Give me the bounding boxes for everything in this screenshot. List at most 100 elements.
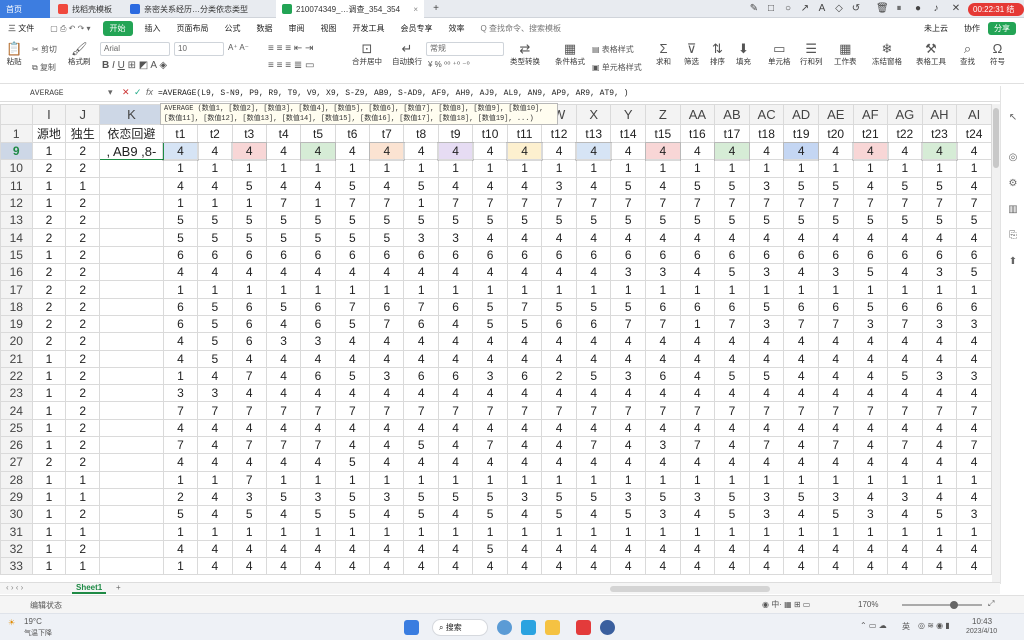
cell[interactable]: 4 [610, 384, 647, 403]
header-cell[interactable]: 独生 [65, 124, 101, 143]
menu-efficiency[interactable]: 效率 [441, 23, 473, 34]
cell[interactable]: 1 [65, 470, 101, 489]
cell[interactable]: 4 [575, 557, 612, 576]
copy-button[interactable]: ⧉ 复制 [32, 62, 56, 73]
row-header[interactable]: 14 [0, 228, 33, 247]
cell[interactable]: 5 [300, 211, 336, 230]
cell[interactable]: 5 [197, 211, 233, 230]
cell[interactable]: 7 [369, 401, 405, 420]
cell[interactable]: 4 [334, 263, 371, 282]
find-button[interactable]: ⌕ 查找 [960, 42, 975, 67]
cell[interactable]: 4 [610, 539, 647, 559]
cell[interactable]: 4 [472, 384, 508, 403]
column-header[interactable]: AH [921, 104, 958, 125]
cell[interactable]: 5 [197, 349, 233, 368]
cell[interactable]: 6 [645, 366, 681, 386]
cell[interactable]: 1 [575, 470, 612, 489]
header-cell[interactable]: t7 [369, 124, 405, 143]
cell[interactable]: 4 [472, 141, 508, 161]
cell[interactable]: 1 [265, 280, 302, 299]
cell[interactable]: 4 [956, 141, 992, 161]
cell[interactable]: 5 [334, 453, 371, 472]
cell[interactable]: 5 [575, 211, 612, 230]
cell[interactable]: 1 [887, 522, 923, 541]
cell[interactable]: 7 [714, 401, 750, 420]
cell[interactable]: 4 [575, 332, 612, 351]
cell[interactable]: 7 [265, 193, 302, 213]
cell[interactable]: 4 [645, 332, 681, 351]
cell[interactable]: 4 [541, 418, 577, 438]
cell[interactable]: 5 [748, 366, 785, 386]
header-cell[interactable]: t13 [575, 124, 612, 143]
cell[interactable]: 5 [231, 176, 267, 195]
paste-button[interactable]: 📋 粘贴 [6, 42, 22, 67]
cell[interactable]: 6 [300, 314, 336, 334]
cell[interactable]: 4 [679, 228, 716, 247]
cell[interactable]: 7 [679, 193, 716, 213]
header-cell[interactable]: t16 [679, 124, 716, 143]
cell[interactable]: 3 [817, 263, 854, 282]
cell[interactable] [99, 349, 164, 368]
cell[interactable]: 6 [437, 245, 474, 265]
row-header[interactable]: 28 [0, 470, 33, 489]
cell[interactable]: 4 [921, 436, 958, 455]
cell[interactable]: 4 [956, 487, 992, 507]
cell[interactable]: 1 [437, 470, 474, 489]
row-header[interactable]: 13 [0, 211, 33, 230]
cell[interactable]: 6 [748, 245, 785, 265]
cell[interactable]: 6 [921, 245, 958, 265]
cell[interactable]: 2 [65, 263, 101, 282]
cell[interactable]: 4 [231, 384, 267, 403]
cell[interactable]: 4 [956, 539, 992, 559]
arrow-icon[interactable]: ↗ [799, 3, 811, 15]
cell[interactable]: 4 [300, 418, 336, 438]
cell[interactable]: 4 [403, 349, 439, 368]
cell[interactable]: 5 [679, 176, 716, 195]
cell[interactable]: 6 [541, 314, 577, 334]
cell[interactable]: 4 [610, 332, 647, 351]
cell[interactable]: 1 [748, 470, 785, 489]
cell[interactable]: 4 [679, 557, 716, 576]
cell[interactable]: 4 [231, 263, 267, 282]
cell[interactable]: 4 [956, 332, 992, 351]
cell[interactable]: 2 [65, 280, 101, 299]
cell[interactable]: 4 [472, 228, 508, 247]
cell[interactable]: 6 [506, 366, 543, 386]
cell[interactable]: 4 [852, 418, 889, 438]
cell[interactable]: 4 [197, 418, 233, 438]
header-cell[interactable]: t22 [887, 124, 923, 143]
cell[interactable]: 5 [334, 211, 371, 230]
cell[interactable]: 6 [334, 245, 371, 265]
cell[interactable]: 4 [887, 557, 923, 576]
cell[interactable]: 4 [472, 332, 508, 351]
cell[interactable]: 6 [265, 245, 302, 265]
cell[interactable]: 5 [472, 539, 508, 559]
cell[interactable]: 4 [714, 332, 750, 351]
cell[interactable] [99, 263, 164, 282]
cell[interactable]: 4 [817, 557, 854, 576]
cell[interactable]: 4 [852, 366, 889, 386]
cell[interactable]: 4 [541, 539, 577, 559]
cell[interactable]: 6 [679, 245, 716, 265]
cell[interactable]: 4 [437, 176, 474, 195]
cell[interactable]: 7 [748, 193, 785, 213]
cell[interactable]: 2 [65, 228, 101, 247]
cell[interactable]: 2 [65, 349, 101, 368]
cell[interactable]: 2 [31, 228, 67, 247]
cell[interactable]: 1 [714, 470, 750, 489]
cell[interactable]: 1 [852, 159, 889, 178]
cell[interactable]: 1 [369, 522, 405, 541]
cell[interactable]: 4 [783, 384, 819, 403]
cell[interactable]: 5 [679, 211, 716, 230]
menu-file[interactable]: 三 文件 [0, 23, 42, 34]
column-header[interactable]: AC [748, 104, 785, 125]
cell[interactable]: 6 [162, 297, 199, 316]
cell[interactable]: 4 [265, 505, 302, 524]
zoom-slider[interactable] [902, 601, 982, 609]
cell[interactable]: 1 [65, 557, 101, 576]
cell[interactable]: 4 [541, 141, 577, 161]
cell[interactable]: 4 [472, 418, 508, 438]
cell-table[interactable]: IJKLMNOPQRSTUVWXYZAAABACADAEAFAGAHAI1源地独… [0, 104, 992, 576]
cell[interactable]: 4 [437, 332, 474, 351]
cell[interactable]: 4 [575, 539, 612, 559]
